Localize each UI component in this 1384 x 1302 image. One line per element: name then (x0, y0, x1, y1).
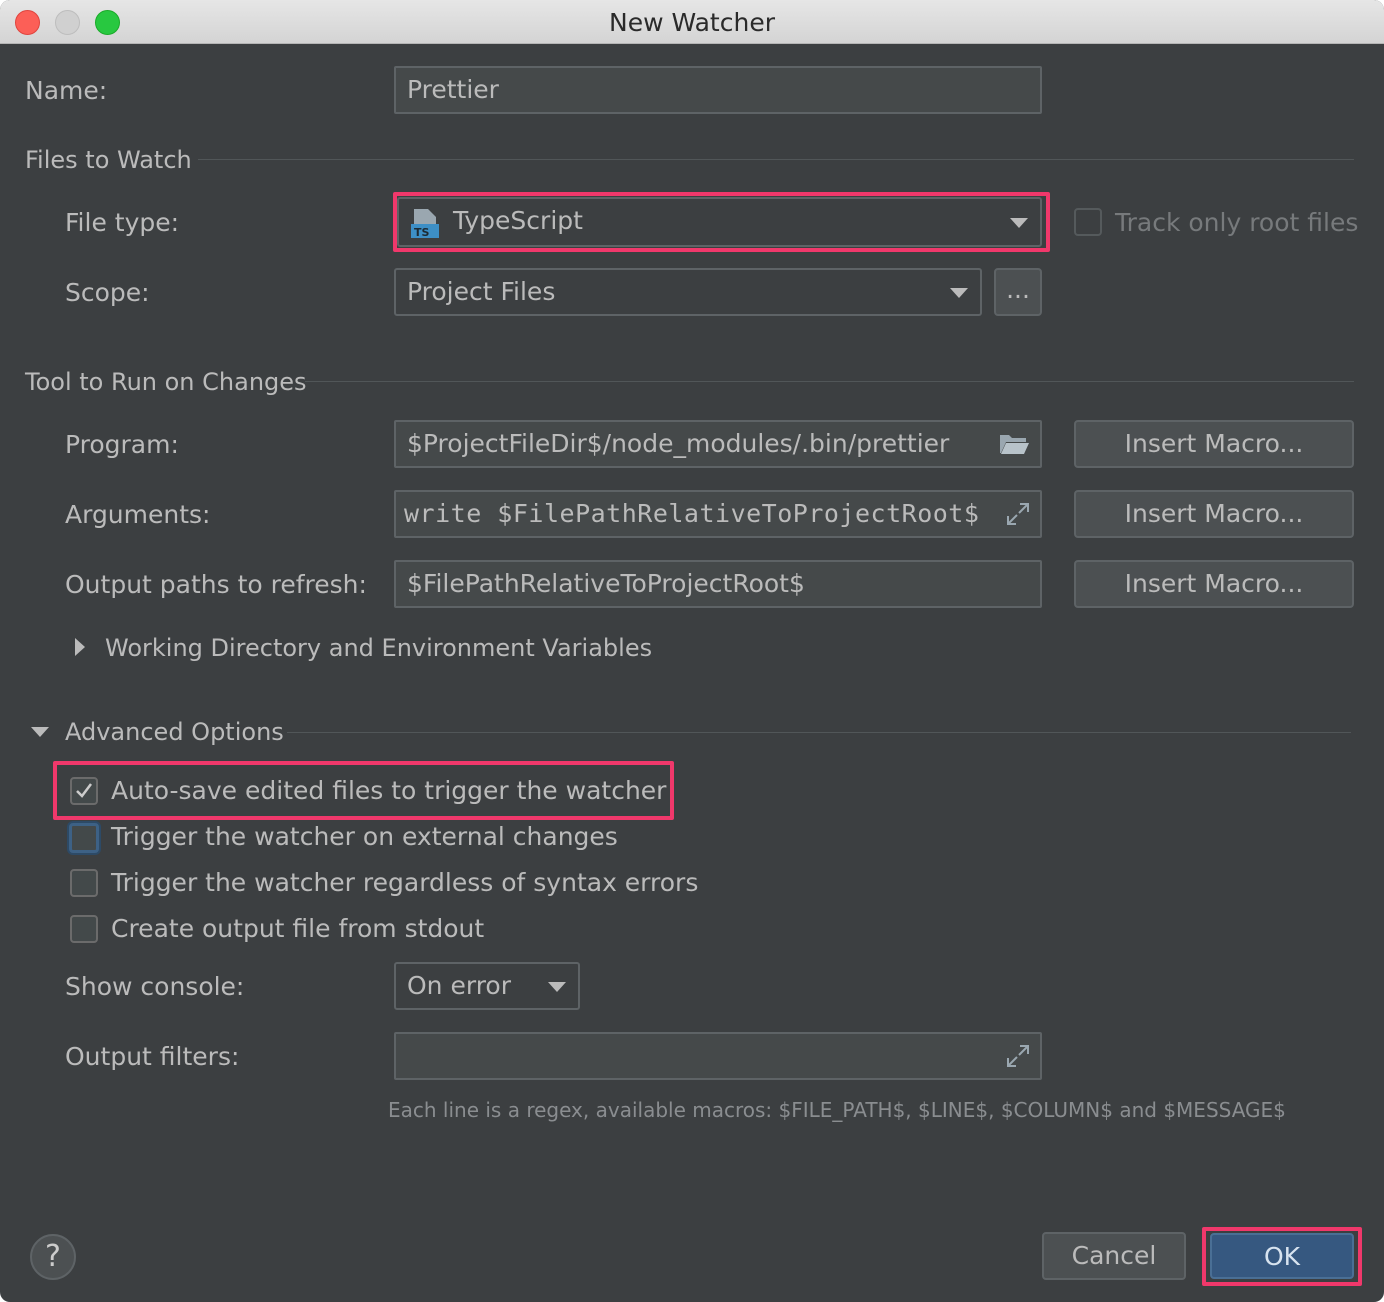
window-title: New Watcher (609, 8, 775, 37)
files-to-watch-separator (198, 159, 1354, 160)
help-button[interactable]: ? (30, 1234, 76, 1280)
folder-icon[interactable] (998, 432, 1030, 456)
files-to-watch-heading: Files to Watch (25, 146, 192, 174)
stdout-checkbox[interactable] (70, 915, 98, 943)
output-paths-label: Output paths to refresh: (65, 570, 367, 599)
auto-save-highlight (53, 761, 674, 820)
scope-value: Project Files (407, 277, 556, 306)
show-console-value: On error (407, 971, 511, 1000)
program-label: Program: (65, 430, 179, 459)
expand-arguments-icon[interactable] (1004, 500, 1032, 528)
scope-combo[interactable]: Project Files (394, 268, 982, 316)
track-root-label: Track only root files (1115, 208, 1359, 237)
syntax-errors-label: Trigger the watcher regardless of syntax… (111, 868, 699, 897)
show-console-dropdown-icon (548, 982, 566, 992)
show-console-label: Show console: (65, 972, 245, 1001)
expand-working-dir-icon[interactable] (75, 638, 85, 656)
collapse-advanced-icon[interactable] (31, 727, 49, 737)
file-type-highlight (393, 192, 1050, 252)
tool-heading: Tool to Run on Changes (25, 368, 307, 396)
syntax-errors-checkbox[interactable] (70, 869, 98, 897)
scope-dropdown-icon (950, 288, 968, 298)
output-filters-hint: Each line is a regex, available macros: … (388, 1098, 1286, 1122)
ok-highlight (1202, 1227, 1362, 1286)
output-filters-label: Output filters: (65, 1042, 240, 1071)
arguments-insert-macro-button[interactable]: Insert Macro... (1074, 490, 1354, 538)
scope-more-button[interactable]: ... (994, 268, 1042, 316)
expand-filters-icon[interactable] (1004, 1042, 1032, 1070)
name-label: Name: (25, 76, 108, 105)
external-changes-label: Trigger the watcher on external changes (111, 822, 618, 851)
program-input[interactable]: $ProjectFileDir$/node_modules/.bin/prett… (394, 420, 1042, 468)
cancel-button[interactable]: Cancel (1042, 1232, 1186, 1280)
arguments-input[interactable]: write $FilePathRelativeToProjectRoot$ (394, 490, 1042, 538)
external-changes-checkbox[interactable] (69, 823, 99, 853)
tool-separator (305, 381, 1354, 382)
output-filters-input[interactable] (394, 1032, 1042, 1080)
name-input[interactable]: Prettier (394, 66, 1042, 114)
file-type-label: File type: (65, 208, 180, 237)
stdout-label: Create output file from stdout (111, 914, 485, 943)
advanced-separator (287, 732, 1351, 733)
advanced-options-heading[interactable]: Advanced Options (65, 717, 284, 747)
working-dir-toggle[interactable]: Working Directory and Environment Variab… (105, 633, 652, 663)
output-paths-input[interactable]: $FilePathRelativeToProjectRoot$ (394, 560, 1042, 608)
title-bar: New Watcher (0, 0, 1384, 44)
scope-label: Scope: (65, 278, 150, 307)
output-insert-macro-button[interactable]: Insert Macro... (1074, 560, 1354, 608)
arguments-label: Arguments: (65, 500, 211, 529)
new-watcher-dialog: New Watcher Name: Prettier Files to Watc… (0, 0, 1384, 1302)
program-insert-macro-button[interactable]: Insert Macro... (1074, 420, 1354, 468)
track-root-checkbox[interactable] (1074, 208, 1102, 236)
